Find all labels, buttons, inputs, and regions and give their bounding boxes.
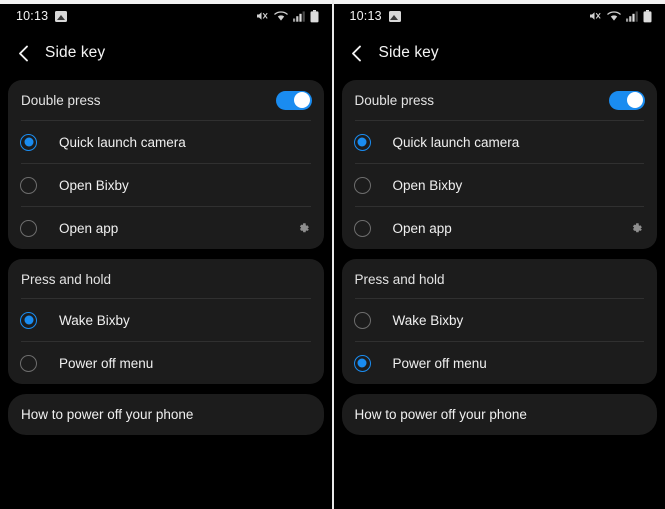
status-bar-right <box>589 9 652 23</box>
double-press-header: Double press <box>354 92 435 108</box>
status-time: 10:13 <box>16 9 49 23</box>
gear-icon[interactable] <box>629 221 644 236</box>
screen-top-edge <box>333 0 665 4</box>
press-and-hold-card: Press and hold Wake Bixby Power off menu <box>341 259 658 384</box>
battery-icon <box>310 9 319 23</box>
phone-screen-right: 10:13 Side key Double press Quick launch… <box>333 0 665 509</box>
double-press-header-row: Double press <box>342 80 658 120</box>
option-label: Open app <box>392 220 452 236</box>
app-bar: Side key <box>0 32 332 74</box>
status-bar: 10:13 <box>0 0 332 32</box>
option-power-off-menu[interactable]: Power off menu <box>8 342 324 384</box>
double-press-toggle[interactable] <box>609 90 645 110</box>
mute-icon <box>256 10 269 22</box>
toggle-knob <box>627 92 643 108</box>
mute-icon <box>589 10 602 22</box>
radio-quick-launch-camera[interactable] <box>353 133 371 151</box>
option-power-off-menu[interactable]: Power off menu <box>342 342 658 384</box>
option-label: Power off menu <box>59 355 154 371</box>
signal-icon <box>292 10 305 22</box>
option-wake-bixby[interactable]: Wake Bixby <box>342 299 658 341</box>
phone-screen-left: 10:13 Side key Double press Quick launch… <box>0 0 332 509</box>
option-open-app[interactable]: Open app <box>342 207 658 249</box>
radio-power-off-menu[interactable] <box>20 354 37 372</box>
status-bar-left: 10:13 <box>350 9 401 23</box>
double-press-card: Double press Quick launch camera Open Bi… <box>8 80 324 249</box>
how-to-power-off-link[interactable]: How to power off your phone <box>341 394 657 435</box>
photo-icon <box>55 10 68 22</box>
option-quick-launch-camera[interactable]: Quick launch camera <box>342 121 658 163</box>
radio-power-off-menu[interactable] <box>353 354 371 372</box>
wifi-icon <box>273 10 288 22</box>
page-title: Side key <box>45 44 106 61</box>
status-time: 10:13 <box>349 9 382 23</box>
back-chevron-icon[interactable] <box>15 45 31 61</box>
option-label: Quick launch camera <box>59 134 186 150</box>
press-and-hold-header: Press and hold <box>354 272 445 287</box>
double-press-toggle[interactable] <box>275 90 312 110</box>
radio-quick-launch-camera[interactable] <box>20 133 37 151</box>
toggle-knob <box>293 92 310 108</box>
radio-open-bixby[interactable] <box>353 176 371 194</box>
double-press-header: Double press <box>21 92 101 108</box>
status-bar: 10:13 <box>334 0 665 32</box>
screen-top-edge <box>0 0 332 4</box>
option-quick-launch-camera[interactable]: Quick launch camera <box>8 121 324 163</box>
double-press-card: Double press Quick launch camera Open Bi… <box>341 80 658 249</box>
app-bar: Side key <box>334 32 665 74</box>
photo-icon <box>388 10 401 22</box>
status-bar-right <box>256 9 319 23</box>
option-label: Quick launch camera <box>392 134 520 150</box>
side-key-settings-comparison: 10:13 Side key Double press Quick launch… <box>0 0 665 509</box>
press-and-hold-card: Press and hold Wake Bixby Power off menu <box>8 259 324 384</box>
radio-open-app[interactable] <box>20 219 37 237</box>
option-label: Wake Bixby <box>392 312 464 328</box>
option-wake-bixby[interactable]: Wake Bixby <box>8 299 324 341</box>
option-open-bixby[interactable]: Open Bixby <box>342 164 658 206</box>
signal-icon <box>626 10 638 22</box>
radio-open-bixby[interactable] <box>20 176 37 194</box>
radio-wake-bixby[interactable] <box>20 311 37 329</box>
option-label: Open app <box>59 220 119 236</box>
battery-icon <box>643 9 652 23</box>
status-bar-left: 10:13 <box>16 9 68 23</box>
press-and-hold-header: Press and hold <box>21 272 112 287</box>
option-open-app[interactable]: Open app <box>8 207 324 249</box>
option-label: Open Bixby <box>59 177 129 193</box>
how-to-power-off-link[interactable]: How to power off your phone <box>8 394 324 435</box>
back-chevron-icon[interactable] <box>349 45 365 61</box>
radio-open-app[interactable] <box>353 219 371 237</box>
page-title: Side key <box>378 44 439 61</box>
radio-wake-bixby[interactable] <box>353 311 371 329</box>
option-label: Open Bixby <box>392 177 463 193</box>
option-label: Wake Bixby <box>59 312 130 328</box>
option-open-bixby[interactable]: Open Bixby <box>8 164 324 206</box>
double-press-header-row: Double press <box>8 80 324 120</box>
settings-content: Double press Quick launch camera Open Bi… <box>334 74 665 435</box>
option-label: Power off menu <box>392 355 487 371</box>
settings-content: Double press Quick launch camera Open Bi… <box>0 74 332 435</box>
wifi-icon <box>607 10 621 22</box>
gear-icon[interactable] <box>296 221 311 236</box>
